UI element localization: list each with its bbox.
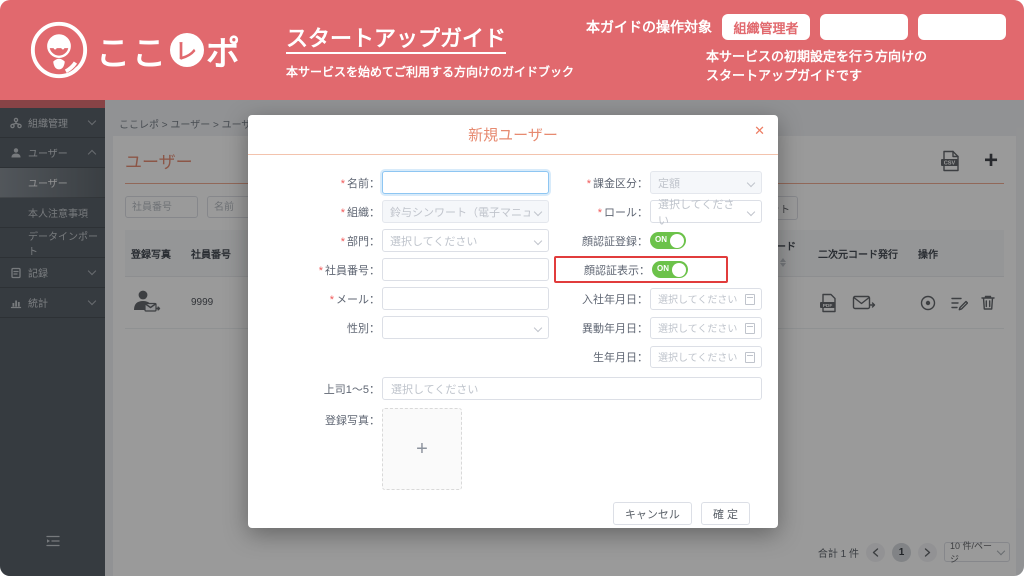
logo-text-before: ここ [96, 34, 168, 73]
face-display-highlight-box: 顔認証表示： ON [554, 256, 728, 283]
birth-date-picker[interactable]: 選択してください [650, 345, 762, 368]
department-select[interactable]: 選択してください [382, 229, 549, 252]
target-badge-org-admin: 組織管理者 [722, 14, 810, 41]
birth-date-label: 生年月日： [593, 351, 648, 364]
chevron-down-icon [746, 178, 756, 188]
modal-header: 新規ユーザー ✕ [248, 115, 778, 155]
new-user-modal: 新規ユーザー ✕ * 名前： * 課金区分： 定額 * 組織： 鈴与シンワート（… [248, 115, 778, 528]
department-label: * 部門： [340, 235, 380, 248]
calendar-icon [745, 293, 755, 305]
name-input[interactable] [382, 171, 549, 194]
target-badge-3 [918, 14, 1006, 41]
content-area: 組織管理 ユーザー ユーザー 本人注意事項 データインポート 記録 統計 ここレ… [0, 100, 1024, 576]
org-select: 鈴与シンワート（電子マニュアル） [382, 200, 549, 223]
photo-upload-box[interactable]: + [382, 408, 462, 490]
brand-logo: ここ レ ポ [28, 19, 242, 81]
org-label: * 組織： [340, 206, 380, 219]
target-description: 本サービスの初期設定を行う方向けの スタートアップガイドです [706, 49, 928, 83]
app-viewport: ここ レ ポ スタートアップガイド 本サービスを始めてご利用する方向けのガイドブ… [0, 0, 1024, 576]
logo-circle-char: レ [170, 33, 204, 67]
calendar-icon [745, 351, 755, 363]
chevron-down-icon [533, 236, 543, 246]
face-register-toggle[interactable]: ON [650, 232, 686, 249]
face-display-label: 顔認証表示： [584, 264, 650, 277]
boss-label: 上司1～5： [323, 383, 380, 396]
boss-select[interactable]: 選択してください [382, 377, 762, 400]
guide-title: スタートアップガイド [286, 25, 507, 51]
logo-wordmark: ここ レ ポ [96, 26, 242, 75]
chevron-down-icon [746, 207, 756, 217]
transfer-date-label: 異動年月日： [582, 322, 648, 335]
close-icon[interactable]: ✕ [754, 124, 765, 137]
modal-title: 新規ユーザー [468, 127, 558, 144]
app-header: ここ レ ポ スタートアップガイド 本サービスを始めてご利用する方向けのガイドブ… [0, 0, 1024, 100]
join-date-label: 入社年月日： [582, 293, 648, 306]
guide-heading: スタートアップガイド 本サービスを始めてご利用する方向けのガイドブック [286, 21, 574, 80]
billing-label: * 課金区分： [586, 177, 648, 190]
upload-plus-icon: + [416, 437, 428, 460]
email-input[interactable] [382, 287, 549, 310]
billing-select: 定額 [650, 171, 762, 194]
employee-no-input[interactable] [382, 258, 549, 281]
photo-label: 登録写真： [325, 415, 380, 427]
guide-target-panel: 本ガイドの操作対象 組織管理者 本サービスの初期設定を行う方向けの スタートアッ… [586, 14, 1006, 86]
role-label: * ロール： [597, 206, 648, 219]
gender-select[interactable] [382, 316, 549, 339]
transfer-date-picker[interactable]: 選択してください [650, 316, 762, 339]
employee-no-label: * 社員番号： [318, 264, 380, 277]
name-label: * 名前： [340, 177, 380, 190]
join-date-picker[interactable]: 選択してください [650, 287, 762, 310]
confirm-button[interactable]: 確 定 [700, 502, 750, 525]
face-register-label: 顔認証登録： [582, 235, 648, 248]
target-label: 本ガイドの操作対象 [586, 19, 712, 36]
modal-footer: キャンセル 確 定 [262, 490, 764, 525]
cancel-button[interactable]: キャンセル [612, 502, 692, 525]
guide-subtitle: 本サービスを始めてご利用する方向けのガイドブック [286, 64, 575, 79]
chevron-down-icon [533, 207, 543, 217]
calendar-icon [745, 322, 755, 334]
target-badge-2 [820, 14, 908, 41]
chevron-down-icon [533, 323, 543, 333]
email-label: * メール： [329, 293, 380, 306]
logo-text-after: ポ [206, 34, 242, 73]
role-select[interactable]: 選択してください [650, 199, 762, 227]
mascot-icon [30, 21, 88, 79]
face-display-toggle[interactable]: ON [652, 261, 688, 278]
modal-body: *名前： *課金区分： 定額 *組織： 鈴与シンワート（電子マニュアル） *ロー… [248, 155, 778, 525]
gender-label: 性別： [347, 322, 380, 335]
